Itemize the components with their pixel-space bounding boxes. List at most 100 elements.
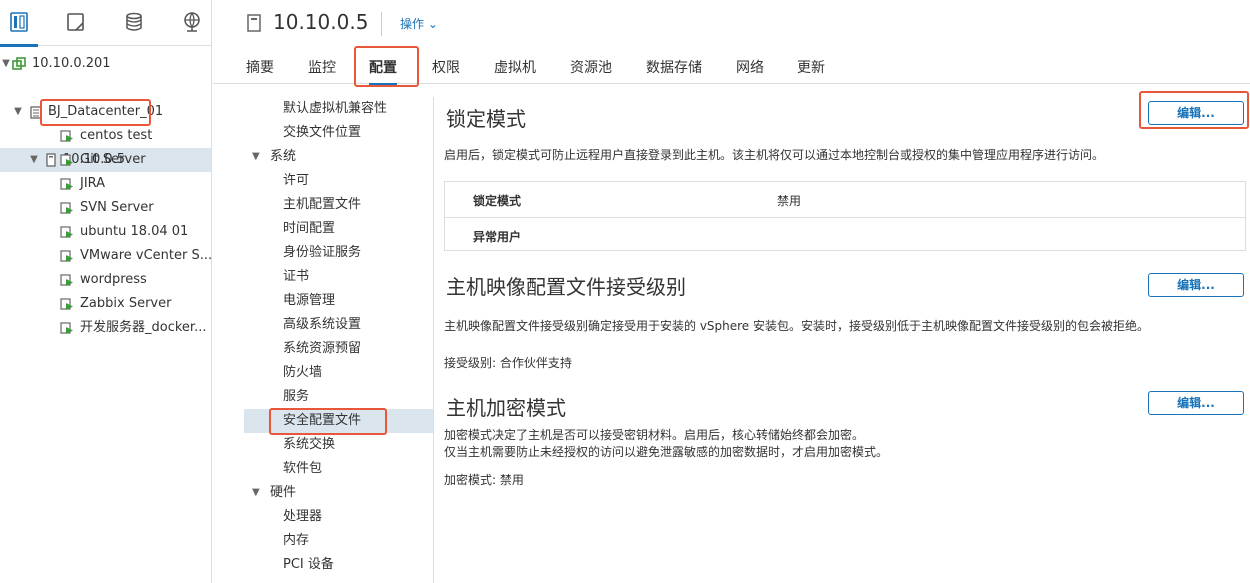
actions-menu-button[interactable]: 操作 ⌄ bbox=[400, 15, 438, 32]
subnav-item[interactable]: 交换文件位置 bbox=[244, 121, 433, 145]
image-profile-description: 主机映像配置文件接受级别确定接受用于安装的 vSphere 安装包。安装时，接受… bbox=[444, 319, 1150, 333]
inventory-tree: ▼ 10.10.0.201 ▼ BJ_Datacenter_01 ▼ 10.10… bbox=[0, 52, 212, 335]
table-row: 异常用户 bbox=[445, 217, 1245, 252]
lockdown-edit-button[interactable]: 编辑... bbox=[1148, 101, 1244, 125]
tree-node-vm[interactable]: SVN Server bbox=[0, 196, 211, 220]
subnav-item[interactable]: 主机配置文件 bbox=[244, 193, 433, 217]
navigator-tabs bbox=[0, 0, 211, 47]
tab-2[interactable]: 配置 bbox=[369, 57, 397, 86]
subnav-item[interactable]: 证书 bbox=[244, 265, 433, 289]
subnav-item[interactable]: 内存 bbox=[244, 529, 433, 553]
subnav-item-label: 身份验证服务 bbox=[283, 245, 362, 260]
vm-running-icon bbox=[60, 130, 73, 142]
tree-node-vm[interactable]: JIRA bbox=[0, 172, 211, 196]
tree-node-vcenter[interactable]: ▼ 10.10.0.201 bbox=[0, 52, 211, 76]
vm-running-icon bbox=[60, 250, 73, 262]
tree-node-vm[interactable]: Zabbix Server bbox=[0, 292, 211, 316]
hosts-and-clusters-icon[interactable] bbox=[0, 8, 38, 47]
tab-3[interactable]: 权限 bbox=[432, 57, 460, 77]
subnav-item-label: PCI 设备 bbox=[283, 557, 334, 572]
subnav-item-label: 防火墙 bbox=[283, 365, 323, 380]
tree-node-vm[interactable]: VMware vCenter S... bbox=[0, 244, 213, 268]
encryption-edit-button[interactable]: 编辑... bbox=[1148, 391, 1244, 415]
tree-node-vm[interactable]: ubuntu 18.04 01 bbox=[0, 220, 211, 244]
tree-node-label: ubuntu 18.04 01 bbox=[80, 224, 189, 239]
image-profile-edit-button[interactable]: 编辑... bbox=[1148, 273, 1244, 297]
tab-4[interactable]: 虚拟机 bbox=[494, 57, 536, 77]
tab-8[interactable]: 更新 bbox=[797, 57, 825, 77]
subnav-item-label: 高级系统设置 bbox=[283, 317, 362, 332]
tab-7[interactable]: 网络 bbox=[736, 57, 764, 77]
subnav-item[interactable]: 处理器 bbox=[244, 505, 433, 529]
vm-running-icon bbox=[60, 178, 73, 190]
subnav-item[interactable]: 默认虚拟机兼容性 bbox=[244, 97, 433, 121]
subnav-item[interactable]: 高级系统设置 bbox=[244, 313, 433, 337]
subnav-item[interactable]: 系统资源预留 bbox=[244, 337, 433, 361]
tab-5[interactable]: 资源池 bbox=[570, 57, 612, 77]
subnav-item[interactable]: 软件包 bbox=[244, 457, 433, 481]
vm-running-icon bbox=[60, 274, 73, 286]
tree-node-label: Zabbix Server bbox=[80, 296, 172, 311]
tree-node-vm[interactable]: Git Server bbox=[0, 148, 211, 172]
encryption-mode-title: 主机加密模式 bbox=[446, 396, 566, 420]
chevron-down-icon[interactable]: ▼ bbox=[252, 481, 260, 505]
subnav-item-label: 交换文件位置 bbox=[283, 125, 362, 140]
tree-node-label: 开发服务器_docker... bbox=[80, 320, 207, 335]
chevron-down-icon[interactable]: ▼ bbox=[0, 52, 12, 76]
subnav-group[interactable]: ▼ 硬件 bbox=[244, 481, 433, 505]
row-value: 禁用 bbox=[777, 194, 802, 208]
tree-node-label: BJ_Datacenter_01 bbox=[48, 104, 164, 119]
subnav-item-label: 许可 bbox=[283, 173, 310, 188]
storage-icon[interactable] bbox=[121, 8, 147, 36]
tree-node-datacenter[interactable]: ▼ BJ_Datacenter_01 bbox=[0, 100, 211, 124]
subnav-item[interactable]: 许可 bbox=[244, 169, 433, 193]
subnav-item-label: 时间配置 bbox=[283, 221, 336, 236]
chevron-down-icon[interactable]: ▼ bbox=[252, 145, 260, 169]
tree-node-label: SVN Server bbox=[80, 200, 154, 215]
networking-icon[interactable] bbox=[179, 8, 205, 36]
subnav-item[interactable]: 系统交换 bbox=[244, 433, 433, 457]
subnav-item[interactable]: 服务 bbox=[244, 385, 433, 409]
subnav-item-label: 系统交换 bbox=[283, 437, 336, 452]
subnav-item[interactable]: 电源管理 bbox=[244, 289, 433, 313]
tree-node-vm[interactable]: 开发服务器_docker... bbox=[0, 316, 211, 340]
encryption-mode-text: 加密模式: 禁用 bbox=[444, 473, 524, 487]
chevron-down-icon[interactable]: ▼ bbox=[12, 100, 24, 124]
subnav-item-label: 电源管理 bbox=[283, 293, 336, 308]
object-tabs: 摘要 监控 配置 权限 虚拟机 资源池 数据存储 网络 更新 bbox=[213, 50, 1250, 86]
tab-6[interactable]: 数据存储 bbox=[646, 57, 702, 77]
image-profile-title: 主机映像配置文件接受级别 bbox=[446, 275, 686, 299]
tab-0[interactable]: 摘要 bbox=[246, 57, 274, 77]
table-row: 锁定模式 禁用 bbox=[445, 182, 1245, 217]
vcenter-icon bbox=[12, 57, 26, 70]
tree-node-label: 10.10.0.201 bbox=[32, 56, 111, 71]
acceptance-level-text: 接受级别: 合作伙伴支持 bbox=[444, 356, 572, 370]
tree-node-label: JIRA bbox=[80, 176, 106, 191]
subnav-item[interactable]: 身份验证服务 bbox=[244, 241, 433, 265]
vms-and-templates-icon[interactable] bbox=[63, 8, 89, 36]
vm-running-icon bbox=[60, 202, 73, 214]
subnav-item[interactable]: 安全配置文件 bbox=[244, 409, 433, 433]
subnav-item[interactable]: 时间配置 bbox=[244, 217, 433, 241]
tree-node-vm[interactable]: wordpress bbox=[0, 268, 211, 292]
configure-subnav: 默认虚拟机兼容性 交换文件位置 ▼ 系统许可主机配置文件时间配置身份验证服务证书电源管… bbox=[244, 97, 434, 583]
host-icon bbox=[247, 14, 261, 32]
encryption-description-line2: 仅当主机需要防止未经授权的访问以避免泄露敏感的加密数据时，才启用加密模式。 bbox=[444, 445, 889, 459]
tree-node-label: wordpress bbox=[80, 272, 147, 287]
lockdown-table: 锁定模式 禁用 异常用户 bbox=[444, 181, 1246, 251]
tree-node-label: VMware vCenter S... bbox=[80, 248, 213, 263]
subnav-group-label: 硬件 bbox=[270, 485, 297, 500]
tree-node-label: centos test bbox=[80, 128, 153, 143]
subnav-item[interactable]: PCI 设备 bbox=[244, 553, 433, 577]
subnav-item-label: 默认虚拟机兼容性 bbox=[283, 101, 388, 116]
subnav-item-label: 处理器 bbox=[283, 509, 323, 524]
subnav-item-label: 内存 bbox=[283, 533, 310, 548]
subnav-item[interactable]: 防火墙 bbox=[244, 361, 433, 385]
tab-1[interactable]: 监控 bbox=[308, 57, 336, 77]
vsphere-client: ▼ 10.10.0.201 ▼ BJ_Datacenter_01 ▼ 10.10… bbox=[0, 0, 1250, 583]
subnav-item-label: 服务 bbox=[283, 389, 310, 404]
chevron-down-icon: ⌄ bbox=[427, 17, 438, 31]
tree-node-label: Git Server bbox=[80, 152, 146, 167]
tree-node-vm[interactable]: centos test bbox=[0, 124, 211, 148]
subnav-group[interactable]: ▼ 系统 bbox=[244, 145, 433, 169]
